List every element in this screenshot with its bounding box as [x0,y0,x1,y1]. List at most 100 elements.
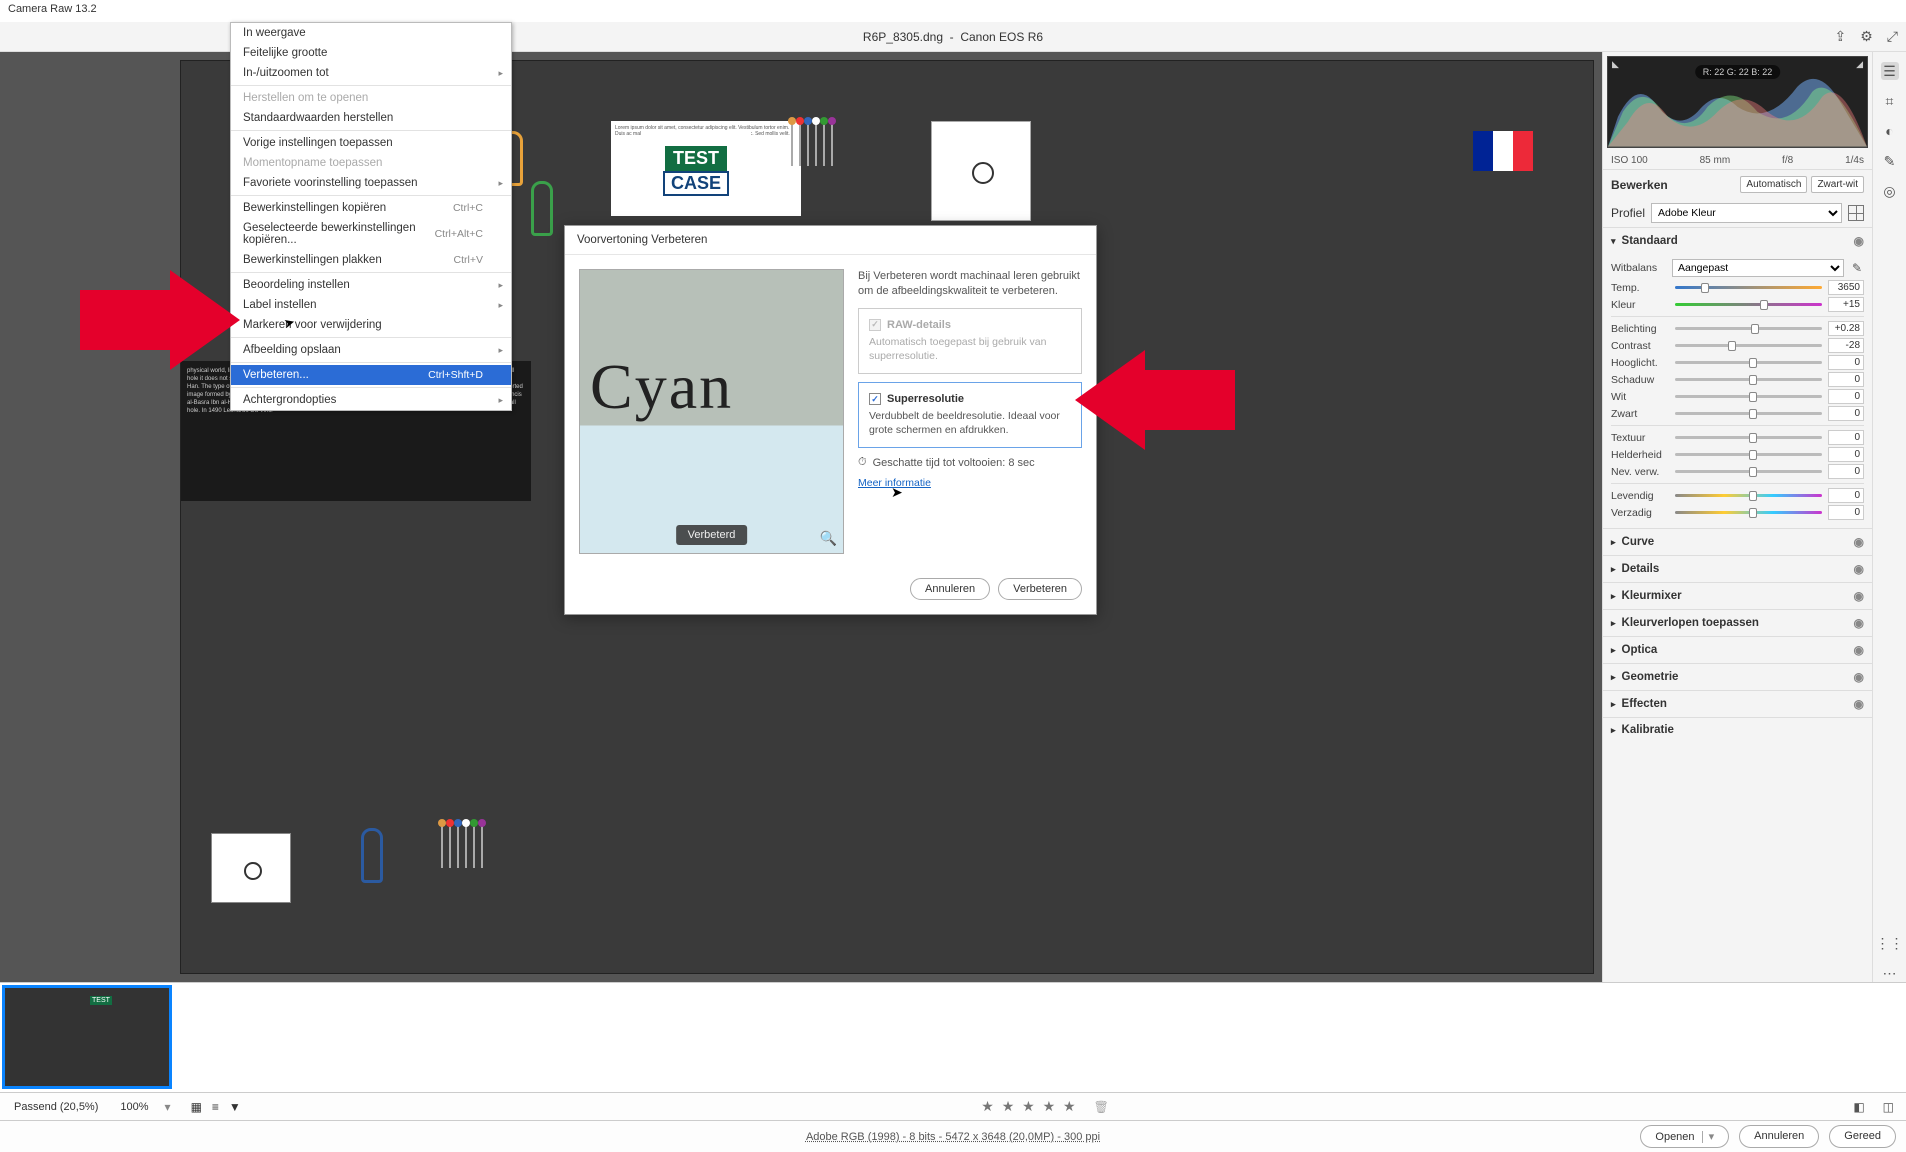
shadows-slider[interactable] [1675,374,1822,386]
menu-item[interactable]: Markeren voor verwijdering [231,315,511,335]
section-optica[interactable]: ▸Optica◉ [1603,636,1872,663]
section-kalibratie[interactable]: ▸Kalibratie [1603,717,1872,742]
section-details[interactable]: ▸Details◉ [1603,555,1872,582]
trash-icon[interactable]: 🗑 [1094,1100,1109,1114]
rating-stars[interactable]: ★ ★ ★ ★ ★ [981,1098,1077,1115]
thumbnail-selected[interactable]: TEST [2,985,172,1089]
cancel-button[interactable]: Annuleren [1739,1125,1819,1148]
menu-item[interactable]: Standaardwaarden herstellen [231,108,511,128]
eye-icon[interactable]: ◉ [1854,697,1864,711]
menu-item[interactable]: In-/uitzoomen tot [231,63,511,83]
eye-icon[interactable]: ◉ [1854,562,1864,576]
gear-icon[interactable]: ⚙ [1860,28,1873,45]
menu-item[interactable]: Bewerkinstellingen plakkenCtrl+V [231,250,511,270]
tint-value[interactable]: +15 [1828,297,1864,312]
temp-value[interactable]: 3650 [1828,280,1864,295]
eye-icon[interactable]: ◉ [1854,616,1864,630]
section-standard-header[interactable]: ▾ Standaard ◉ [1603,227,1872,254]
menu-item[interactable]: In weergave [231,23,511,43]
brush-tool-icon[interactable]: ✎ [1881,152,1899,170]
menu-item[interactable]: Achtergrondopties [231,390,511,410]
profile-label: Profiel [1611,206,1645,220]
shadows-value[interactable]: 0 [1828,372,1864,387]
section-kleurmixer[interactable]: ▸Kleurmixer◉ [1603,582,1872,609]
saturation-value[interactable]: 0 [1828,505,1864,520]
image-info-link[interactable]: Adobe RGB (1998) - 8 bits - 5472 x 3648 … [806,1131,1100,1143]
texture-value[interactable]: 0 [1828,430,1864,445]
menu-item[interactable]: Beoordeling instellen [231,275,511,295]
single-view-icon[interactable]: ◧ [1853,1100,1864,1114]
dialog-cancel-button[interactable]: Annuleren [910,578,990,600]
menu-item[interactable]: Feitelijke grootte [231,43,511,63]
eye-icon[interactable]: ◉ [1854,670,1864,684]
clarity-slider[interactable] [1675,449,1822,461]
open-button[interactable]: Openen ▾ [1640,1125,1729,1148]
wb-select[interactable]: Aangepast [1672,259,1844,277]
done-button[interactable]: Gereed [1829,1125,1896,1148]
auto-button[interactable]: Automatisch [1740,176,1807,193]
temp-slider[interactable] [1675,282,1822,294]
eye-icon[interactable]: ◉ [1854,234,1864,248]
bw-button[interactable]: Zwart-wit [1811,176,1864,193]
dialog-enhance-button[interactable]: Verbeteren [998,578,1082,600]
section-kleurverlopen[interactable]: ▸Kleurverlopen toepassen◉ [1603,609,1872,636]
more-icon[interactable]: ⋯ [1881,964,1899,982]
section-curve[interactable]: ▸Curve◉ [1603,528,1872,555]
profile-select[interactable]: Adobe Kleur [1651,203,1842,223]
section-geometrie[interactable]: ▸Geometrie◉ [1603,663,1872,690]
superresolution-option[interactable]: Superresolutie Verdubbelt de beeldresolu… [858,382,1082,448]
whites-value[interactable]: 0 [1828,389,1864,404]
shadows-label: Schaduw [1611,374,1669,386]
crop-tool-icon[interactable]: ⌗ [1881,92,1899,110]
super-checkbox[interactable] [869,393,881,405]
heal-tool-icon[interactable]: ◐ [1881,122,1899,140]
menu-item[interactable]: Vorige instellingen toepassen [231,133,511,153]
cursor-icon: ➤ [891,484,903,501]
eye-icon[interactable]: ◉ [1854,535,1864,549]
profile-grid-icon[interactable] [1848,205,1864,221]
whites-slider[interactable] [1675,391,1822,403]
zoom-dropdown-icon[interactable]: ▾ [165,1100,171,1114]
dehaze-value[interactable]: 0 [1828,464,1864,479]
clarity-value[interactable]: 0 [1828,447,1864,462]
redeye-tool-icon[interactable]: ◎ [1881,182,1899,200]
exposure-value[interactable]: +0.28 [1828,321,1864,336]
compare-view-icon[interactable]: ◫ [1883,1100,1894,1114]
contrast-slider[interactable] [1675,340,1822,352]
dialog-preview[interactable]: Cyan Verbeterd 🔍 [579,269,844,554]
highlights-slider[interactable] [1675,357,1822,369]
menu-item[interactable]: Favoriete voorinstelling toepassen [231,173,511,193]
tint-slider[interactable] [1675,299,1822,311]
menu-item[interactable]: Verbeteren...Ctrl+Shft+D [231,365,511,385]
app-title: Camera Raw 13.2 [8,3,97,15]
edit-tool-icon[interactable]: ☰ [1881,62,1899,80]
zoom-100-button[interactable]: 100% [114,1099,154,1115]
menu-item[interactable]: Geselecteerde bewerkinstellingen kopiëre… [231,218,511,250]
eyedropper-icon[interactable]: ✎ [1850,261,1864,275]
dehaze-slider[interactable] [1675,466,1822,478]
sort-icon[interactable]: ≡ [212,1100,219,1114]
exposure-slider[interactable] [1675,323,1822,335]
eye-icon[interactable]: ◉ [1854,589,1864,603]
vibrance-slider[interactable] [1675,490,1822,502]
contrast-value[interactable]: -28 [1828,338,1864,353]
magnifier-icon[interactable]: 🔍 [820,530,837,547]
filter-icon[interactable]: ▼ [229,1100,241,1114]
section-effecten[interactable]: ▸Effecten◉ [1603,690,1872,717]
blacks-value[interactable]: 0 [1828,406,1864,421]
menu-item[interactable]: Bewerkinstellingen kopiërenCtrl+C [231,198,511,218]
highlights-value[interactable]: 0 [1828,355,1864,370]
eye-icon[interactable]: ◉ [1854,643,1864,657]
export-icon[interactable]: ⇪ [1835,28,1847,45]
presets-icon[interactable]: ⋮⋮ [1881,934,1899,952]
menu-item[interactable]: Label instellen [231,295,511,315]
zoom-fit-button[interactable]: Passend (20,5%) [8,1099,104,1115]
saturation-slider[interactable] [1675,507,1822,519]
histogram[interactable]: ◣ ◢ R: 22 G: 22 B: 22 [1607,56,1868,148]
blacks-slider[interactable] [1675,408,1822,420]
grid-toggle-icon[interactable]: ▦ [191,1100,202,1114]
vibrance-value[interactable]: 0 [1828,488,1864,503]
fullscreen-icon[interactable]: ⤢ [1887,28,1898,45]
menu-item[interactable]: Afbeelding opslaan [231,340,511,360]
texture-slider[interactable] [1675,432,1822,444]
